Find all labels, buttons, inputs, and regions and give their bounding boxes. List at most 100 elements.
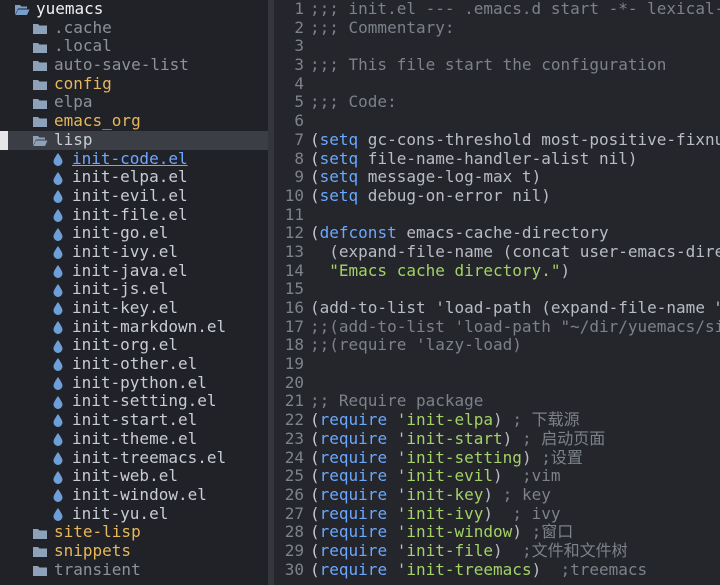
code-line[interactable]: 11: [274, 205, 720, 225]
code-line[interactable]: 1 ;;; init.el --- .emacs.d start -*- lexi…: [274, 0, 720, 19]
tree-file-item[interactable]: init-setting.el: [0, 392, 268, 411]
tree-file-item[interactable]: init-markdown.el: [0, 317, 268, 337]
code-line[interactable]: 25 (require 'init-evil) ;vim: [274, 466, 720, 486]
drop-icon: [50, 189, 66, 204]
folder-icon: [32, 544, 48, 558]
code-token: init-file: [406, 540, 494, 560]
code-token: require: [319, 503, 388, 523]
tree-file-item[interactable]: init-elpa.el: [0, 167, 268, 187]
code-line[interactable]: 23 (require 'init-start) ; 启动页面: [274, 428, 720, 449]
code-token: (: [310, 540, 320, 560]
tree-folder-item[interactable]: elpa: [0, 93, 268, 112]
code-line[interactable]: 12 (defconst emacs-cache-directory: [274, 223, 720, 243]
drop-icon: [50, 395, 66, 409]
tree-file-item[interactable]: init-go.el: [0, 224, 268, 243]
folder-icon: [32, 40, 48, 54]
folder-open-icon: [14, 2, 30, 16]
drop-icon: [50, 301, 66, 316]
tree-file-item[interactable]: init-key.el: [0, 298, 268, 318]
code-line[interactable]: 7 (setq gc-cons-threshold most-positive-f…: [274, 129, 720, 150]
code-line[interactable]: 27 (require 'init-ivy) ; ivy: [274, 503, 720, 524]
code-line[interactable]: 10 (setq debug-on-error nil): [274, 186, 720, 206]
tree-folder-item[interactable]: .local: [0, 37, 268, 56]
line-number: 6: [294, 111, 304, 131]
drop-icon: [50, 488, 66, 503]
code-line[interactable]: 13 (expand-file-name (concat user-emacs-…: [274, 241, 720, 262]
tree-file-item[interactable]: init-java.el: [0, 261, 268, 281]
code-editor[interactable]: 1 ;;; init.el --- .emacs.d start -*- lexi…: [274, 0, 720, 585]
tree-file-item[interactable]: init-org.el: [0, 336, 268, 355]
code-line[interactable]: 18 ;;(require 'lazy-load): [274, 336, 720, 355]
tree-folder-item[interactable]: auto-save-list: [0, 55, 268, 75]
code-line[interactable]: 9 (setq message-log-max t): [274, 167, 720, 187]
code-text: ;;(add-to-list 'load-path "~/dir/yuemacs…: [310, 317, 720, 336]
code-token: file-name-handler-alist nil): [358, 148, 638, 168]
code-line[interactable]: 26 (require 'init-key) ; key: [274, 484, 720, 505]
code-line[interactable]: 15: [274, 280, 720, 299]
code-text: (require 'init-elpa) ; 下载源: [310, 410, 580, 429]
tree-file-item[interactable]: init-file.el: [0, 205, 268, 225]
line-number: 26: [284, 484, 304, 504]
tree-folder-item[interactable]: yuemacs: [0, 0, 268, 19]
code-line[interactable]: 5 ;;; Code:: [274, 93, 720, 112]
code-line[interactable]: 22 (require 'init-elpa) ; 下载源: [274, 410, 720, 430]
drop-icon: [50, 152, 66, 166]
code-line[interactable]: 28 (require 'init-window) ;窗口: [274, 522, 720, 542]
code-line[interactable]: 20: [274, 373, 720, 393]
code-token: debug-on-error nil): [358, 185, 551, 205]
tree-file-item[interactable]: init-treemacs.el: [0, 448, 268, 468]
tree-folder-item[interactable]: site-lisp: [0, 523, 268, 542]
code-line[interactable]: 21 ;; Require package: [274, 392, 720, 411]
tree-item-label: lisp: [54, 129, 93, 149]
code-token: ;;; Code:: [310, 92, 397, 112]
code-token: (: [310, 522, 320, 542]
line-number: 9: [294, 167, 304, 187]
code-token: ; 启动页面: [521, 428, 606, 448]
code-line[interactable]: 24 (require 'init-setting) ;设置: [274, 448, 720, 468]
tree-folder-item[interactable]: emacs_org: [0, 111, 268, 131]
code-line[interactable]: 2 ;;; Commentary:: [274, 18, 720, 38]
tree-folder-item[interactable]: .cache: [0, 18, 268, 38]
code-token: ): [493, 466, 522, 486]
code-line[interactable]: 14 "Emacs cache directory."): [274, 260, 720, 281]
tree-file-item[interactable]: init-theme.el: [0, 429, 268, 449]
code-line[interactable]: 16 (add-to-list 'load-path (expand-file-n…: [274, 298, 720, 318]
code-token: (add-to-list 'load-path (expand-file-nam…: [310, 298, 720, 317]
code-line[interactable]: 29 (require 'init-file) ;文件和文件树: [274, 540, 720, 561]
tree-file-item[interactable]: init-window.el: [0, 485, 268, 505]
code-line[interactable]: 30 (require 'init-treemacs) ;treemacs: [274, 560, 720, 580]
tree-item-label: auto-save-list: [54, 55, 189, 75]
tree-file-item[interactable]: init-web.el: [0, 466, 268, 486]
tree-item-label: init-org.el: [72, 335, 178, 355]
tree-file-item[interactable]: init-other.el: [0, 354, 268, 374]
code-line[interactable]: 3 ;;; This file start the configuration: [274, 55, 720, 75]
tree-folder-item[interactable]: lisp: [0, 129, 268, 150]
line-number: 28: [284, 522, 304, 542]
code-token: (: [310, 148, 320, 168]
code-token: (: [310, 167, 320, 187]
tree-folder-item[interactable]: config: [0, 74, 268, 94]
code-line[interactable]: 3: [274, 37, 720, 56]
code-line[interactable]: 6: [274, 111, 720, 131]
tree-folder-item[interactable]: transient: [0, 560, 268, 580]
code-line[interactable]: 8 (setq file-name-handler-alist nil): [274, 148, 720, 169]
tree-item-label: init-python.el: [72, 372, 207, 392]
tree-file-item[interactable]: init-code.el: [0, 149, 268, 169]
tree-file-item[interactable]: init-ivy.el: [0, 242, 268, 262]
tree-file-item[interactable]: init-js.el: [0, 280, 268, 299]
code-token: (expand-file-name (concat user-emacs-dir…: [329, 241, 720, 261]
tree-file-item[interactable]: init-yu.el: [0, 504, 268, 524]
code-text: (setq debug-on-error nil): [310, 186, 551, 205]
code-token: ): [560, 260, 571, 280]
tree-file-item[interactable]: init-python.el: [0, 372, 268, 393]
tree-file-item[interactable]: init-evil.el: [0, 186, 268, 206]
tree-file-item[interactable]: init-start.el: [0, 410, 268, 430]
code-line[interactable]: 4: [274, 74, 720, 94]
code-line[interactable]: 19: [274, 354, 720, 374]
line-number: 7: [294, 129, 304, 149]
code-text: ;;; Code:: [310, 92, 397, 112]
tree-folder-item[interactable]: snippets: [0, 541, 268, 561]
code-text: ;;; Commentary:: [310, 18, 455, 37]
code-token: require: [319, 522, 388, 542]
code-line[interactable]: 17 ;;(add-to-list 'load-path "~/dir/yuema…: [274, 317, 720, 337]
